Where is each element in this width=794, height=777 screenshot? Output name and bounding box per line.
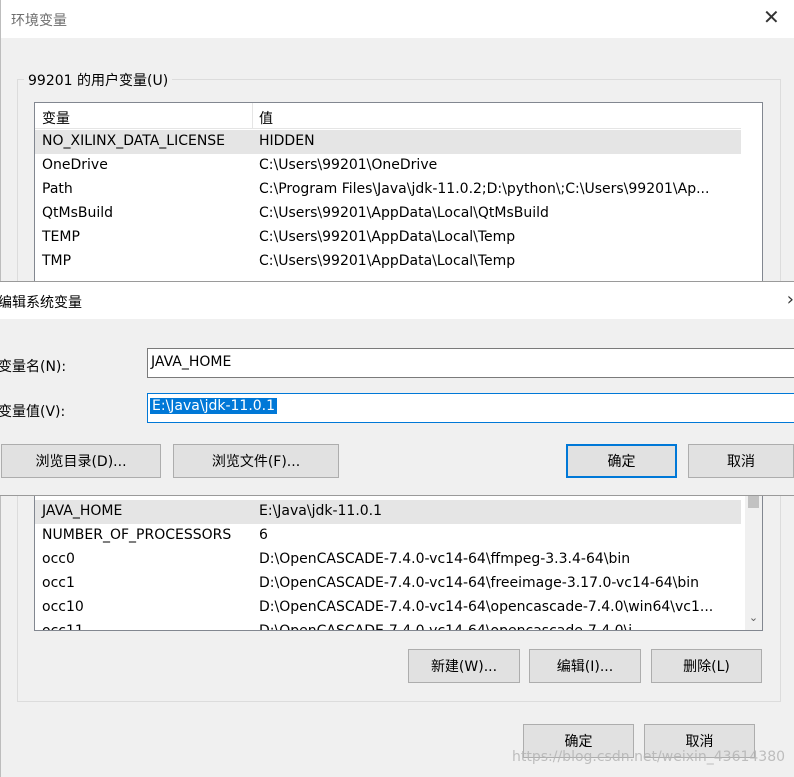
variable-value: D:\OpenCASCADE-7.4.0-vc14-64\opencascade… bbox=[259, 599, 714, 615]
variable-name-text: JAVA_HOME bbox=[151, 354, 232, 370]
user-variables-label: 99201 的用户变量(U) bbox=[24, 70, 173, 90]
user-variables-list[interactable]: 变量 值 NO_XILINX_DATA_LICENSE HIDDEN OneDr… bbox=[34, 102, 763, 282]
variable-value: D:\OpenCASCADE-7.4.0-vc14-64\opencascade… bbox=[259, 623, 646, 631]
variable-name: QtMsBuild bbox=[42, 205, 114, 221]
window-titlebar: 环境变量 ✕ bbox=[1, 0, 794, 38]
variable-name: Path bbox=[42, 181, 73, 197]
vertical-scrollbar[interactable]: ⌄ bbox=[745, 488, 762, 630]
variable-name: NUMBER_OF_PROCESSORS bbox=[42, 527, 232, 543]
variable-name: occ10 bbox=[42, 599, 84, 615]
variable-name: TMP bbox=[42, 253, 72, 269]
dialog-titlebar: 编辑系统变量 › bbox=[0, 282, 794, 319]
variable-name: occ11 bbox=[42, 623, 84, 631]
dialog-title: 编辑系统变量 bbox=[0, 295, 82, 311]
table-row[interactable]: JAVA_HOME E:\Java\jdk-11.0.1 bbox=[35, 500, 741, 524]
variable-value: C:\Users\99201\OneDrive bbox=[259, 157, 438, 173]
new-button[interactable]: 新建(W)... bbox=[408, 649, 520, 683]
variable-value-text: E:\Java\jdk-11.0.1 bbox=[150, 398, 278, 414]
variable-name: OneDrive bbox=[42, 157, 108, 173]
scroll-down-icon[interactable]: ⌄ bbox=[748, 612, 759, 623]
variable-value: HIDDEN bbox=[259, 133, 315, 149]
table-row[interactable]: occ0 D:\OpenCASCADE-7.4.0-vc14-64\ffmpeg… bbox=[35, 548, 741, 572]
edit-system-variable-dialog: 编辑系统变量 › 变量名(N): JAVA_HOME 变量值(V): E:\Ja… bbox=[0, 281, 794, 496]
variable-name-label: 变量名(N): bbox=[0, 359, 67, 375]
variable-value: C:\Users\99201\AppData\Local\Temp bbox=[259, 253, 516, 269]
close-icon[interactable]: ✕ bbox=[763, 7, 781, 27]
variable-name: NO_XILINX_DATA_LICENSE bbox=[42, 133, 226, 149]
variable-name: occ1 bbox=[42, 575, 75, 591]
variable-value: 6 bbox=[259, 527, 268, 543]
browse-directory-button[interactable]: 浏览目录(D)... bbox=[1, 444, 161, 478]
variable-name: TEMP bbox=[42, 229, 80, 245]
window-title: 环境变量 bbox=[11, 13, 67, 29]
table-row[interactable]: OneDrive C:\Users\99201\OneDrive bbox=[35, 154, 741, 178]
table-row[interactable]: TEMP C:\Users\99201\AppData\Local\Temp bbox=[35, 226, 741, 250]
table-row[interactable]: TMP C:\Users\99201\AppData\Local\Temp bbox=[35, 250, 741, 274]
dialog-cancel-button[interactable]: 取消 bbox=[688, 444, 794, 478]
close-icon[interactable]: › bbox=[787, 289, 794, 310]
column-header-value[interactable]: 值 bbox=[259, 108, 273, 128]
list-header: 变量 值 bbox=[35, 103, 741, 129]
table-row[interactable]: NO_XILINX_DATA_LICENSE HIDDEN bbox=[35, 130, 741, 154]
variable-value: C:\Users\99201\AppData\Local\Temp bbox=[259, 229, 516, 245]
variable-value: C:\Users\99201\AppData\Local\QtMsBuild bbox=[259, 205, 549, 221]
table-row[interactable]: occ10 D:\OpenCASCADE-7.4.0-vc14-64\openc… bbox=[35, 596, 741, 620]
column-divider[interactable] bbox=[252, 103, 253, 129]
variable-name-field[interactable]: JAVA_HOME bbox=[147, 348, 794, 378]
table-row[interactable]: Path C:\Program Files\Java\jdk-11.0.2;D:… bbox=[35, 178, 741, 202]
table-row[interactable]: QtMsBuild C:\Users\99201\AppData\Local\Q… bbox=[35, 202, 741, 226]
column-header-name[interactable]: 变量 bbox=[42, 108, 70, 128]
dialog-ok-button[interactable]: 确定 bbox=[566, 444, 677, 478]
variable-name: occ0 bbox=[42, 551, 75, 567]
variable-name: JAVA_HOME bbox=[42, 503, 123, 519]
system-variables-list[interactable]: JAVA_HOME E:\Java\jdk-11.0.1 NUMBER_OF_P… bbox=[34, 487, 763, 631]
variable-value-label: 变量值(V): bbox=[0, 404, 66, 420]
variable-value: C:\Program Files\Java\jdk-11.0.2;D:\pyth… bbox=[259, 181, 710, 197]
table-row[interactable]: occ1 D:\OpenCASCADE-7.4.0-vc14-64\freeim… bbox=[35, 572, 741, 596]
variable-value: E:\Java\jdk-11.0.1 bbox=[259, 503, 383, 519]
table-row[interactable]: NUMBER_OF_PROCESSORS 6 bbox=[35, 524, 741, 548]
delete-button[interactable]: 删除(L) bbox=[651, 649, 762, 683]
variable-value: D:\OpenCASCADE-7.4.0-vc14-64\freeimage-3… bbox=[259, 575, 700, 591]
watermark-text: https://blog.csdn.net/weixin_43614380 bbox=[512, 749, 786, 765]
table-row[interactable]: occ11 D:\OpenCASCADE-7.4.0-vc14-64\openc… bbox=[35, 620, 741, 631]
variable-value: D:\OpenCASCADE-7.4.0-vc14-64\ffmpeg-3.3.… bbox=[259, 551, 631, 567]
variable-value-field[interactable]: E:\Java\jdk-11.0.1 bbox=[147, 393, 794, 423]
edit-button[interactable]: 编辑(I)... bbox=[529, 649, 641, 683]
browse-file-button[interactable]: 浏览文件(F)... bbox=[173, 444, 339, 478]
